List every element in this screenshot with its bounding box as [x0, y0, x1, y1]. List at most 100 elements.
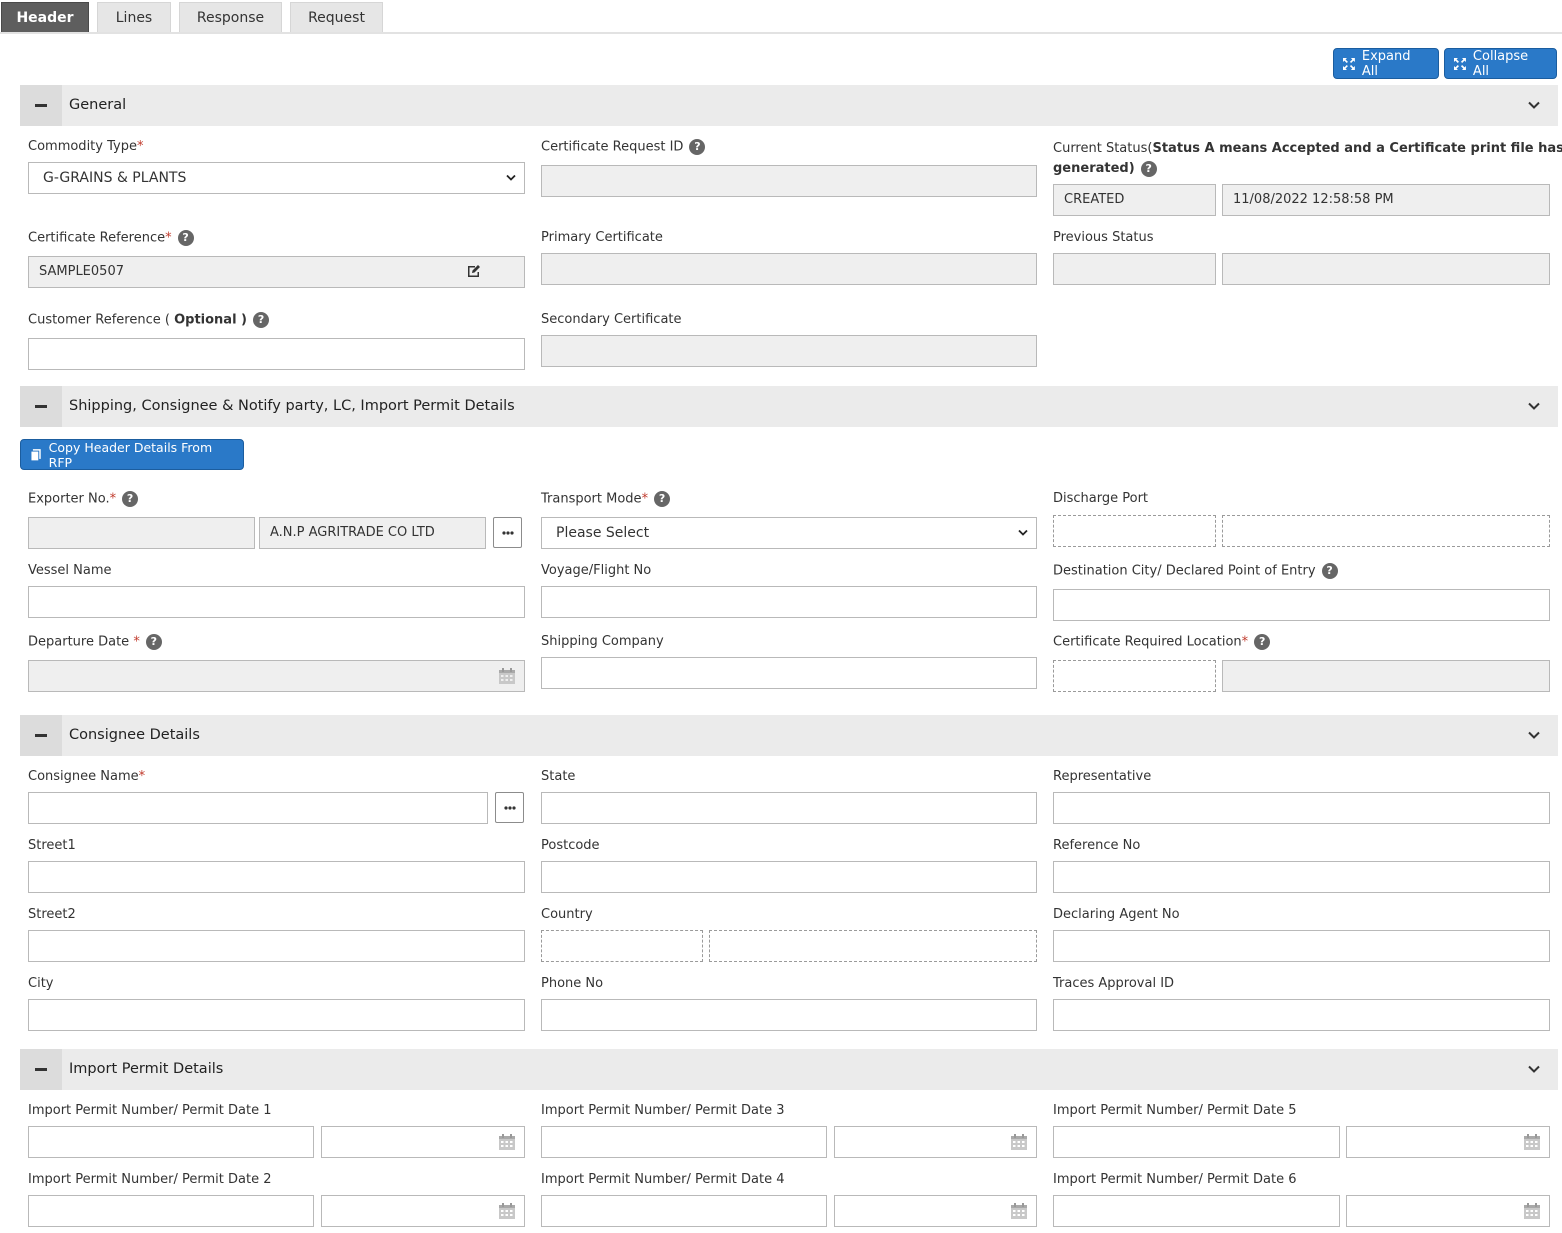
- postcode-label: Postcode: [541, 838, 600, 853]
- minus-icon[interactable]: [20, 386, 62, 427]
- commodity-type-select[interactable]: G-GRAINS & PLANTS: [28, 162, 525, 194]
- permit-2-date-input[interactable]: [321, 1195, 525, 1227]
- tab-response[interactable]: Response: [179, 2, 282, 33]
- state-input[interactable]: [541, 792, 1037, 824]
- voyage-input[interactable]: [541, 586, 1037, 618]
- country-name-input[interactable]: [709, 930, 1037, 962]
- section-shipping[interactable]: Shipping, Consignee & Notify party, LC, …: [20, 386, 1558, 427]
- expand-all-label: Expand All: [1361, 48, 1411, 79]
- traces-input[interactable]: [1053, 999, 1550, 1031]
- discharge-port-code-input[interactable]: [1053, 515, 1216, 547]
- chevron-down-icon[interactable]: [1528, 729, 1540, 741]
- street1-input[interactable]: [28, 861, 525, 893]
- cert-reference-label: Certificate Reference*?: [28, 230, 194, 246]
- declaring-agent-input[interactable]: [1053, 930, 1550, 962]
- expand-all-button[interactable]: Expand All: [1333, 48, 1439, 79]
- section-import-permit[interactable]: Import Permit Details: [20, 1049, 1558, 1090]
- permit-1-number-input[interactable]: [28, 1126, 314, 1158]
- street2-input[interactable]: [28, 930, 525, 962]
- calendar-icon[interactable]: [1523, 1202, 1541, 1220]
- permit-4-number-input[interactable]: [541, 1195, 827, 1227]
- primary-cert-field[interactable]: [541, 253, 1037, 285]
- section-title: Import Permit Details: [69, 1061, 224, 1077]
- previous-status-date-field[interactable]: [1222, 253, 1550, 285]
- voyage-label: Voyage/Flight No: [541, 563, 652, 578]
- chevron-down-icon[interactable]: [1528, 99, 1540, 111]
- country-code-input[interactable]: [541, 930, 703, 962]
- customer-ref-input[interactable]: [28, 338, 525, 370]
- cert-reference-field[interactable]: SAMPLE0507: [28, 256, 525, 288]
- vessel-name-input[interactable]: [28, 586, 525, 618]
- section-title: Shipping, Consignee & Notify party, LC, …: [69, 398, 515, 414]
- permit-4-date-input[interactable]: [834, 1195, 1037, 1227]
- minus-icon[interactable]: [20, 1049, 62, 1090]
- copy-header-button[interactable]: Copy Header Details From RFP: [20, 439, 244, 470]
- calendar-icon[interactable]: [498, 1202, 516, 1220]
- exporter-name-field[interactable]: A.N.P AGRITRADE CO LTD: [259, 517, 486, 549]
- destination-input[interactable]: [1053, 589, 1550, 621]
- section-general[interactable]: General: [20, 85, 1558, 126]
- caret-down-icon: [506, 174, 516, 181]
- permit-6-date-input[interactable]: [1346, 1195, 1550, 1227]
- tab-request[interactable]: Request: [290, 2, 383, 33]
- street1-label: Street1: [28, 838, 76, 853]
- calendar-icon[interactable]: [1010, 1133, 1028, 1151]
- previous-status-field[interactable]: [1053, 253, 1216, 285]
- current-status-date-field[interactable]: 11/08/2022 12:58:58 PM: [1222, 184, 1550, 216]
- permit-3-number-input[interactable]: [541, 1126, 827, 1158]
- representative-input[interactable]: [1053, 792, 1550, 824]
- reference-no-input[interactable]: [1053, 861, 1550, 893]
- cert-location-code-input[interactable]: [1053, 660, 1216, 692]
- street2-label: Street2: [28, 907, 76, 922]
- calendar-icon[interactable]: [498, 667, 516, 685]
- permit-5-date-input[interactable]: [1346, 1126, 1550, 1158]
- help-icon[interactable]: ?: [689, 139, 706, 155]
- permit-5-number-input[interactable]: [1053, 1126, 1340, 1158]
- collapse-all-button[interactable]: Collapse All: [1444, 48, 1557, 79]
- section-title: General: [69, 97, 127, 113]
- secondary-cert-field[interactable]: [541, 335, 1037, 367]
- permit-2-number-input[interactable]: [28, 1195, 314, 1227]
- help-icon[interactable]: ?: [1321, 563, 1338, 579]
- city-label: City: [28, 976, 54, 991]
- exporter-no-field[interactable]: [28, 517, 255, 549]
- edit-icon[interactable]: [466, 263, 482, 279]
- chevron-down-icon[interactable]: [1528, 400, 1540, 412]
- shipping-company-input[interactable]: [541, 657, 1037, 689]
- calendar-icon[interactable]: [498, 1133, 516, 1151]
- consignee-name-input[interactable]: [28, 792, 488, 824]
- departure-date-field[interactable]: [28, 660, 525, 692]
- tab-divider: [0, 32, 1562, 34]
- permit-1-date-input[interactable]: [321, 1126, 525, 1158]
- help-icon[interactable]: ?: [122, 491, 139, 507]
- city-input[interactable]: [28, 999, 525, 1031]
- phone-input[interactable]: [541, 999, 1037, 1031]
- postcode-input[interactable]: [541, 861, 1037, 893]
- chevron-down-icon[interactable]: [1528, 1063, 1540, 1075]
- section-consignee[interactable]: Consignee Details: [20, 715, 1558, 756]
- current-status-label: Current Status(Status A means Accepted a…: [1053, 141, 1562, 177]
- permit-3-date-input[interactable]: [834, 1126, 1037, 1158]
- cert-request-id-field[interactable]: [541, 165, 1037, 197]
- tab-lines[interactable]: Lines: [97, 2, 171, 33]
- calendar-icon[interactable]: [1523, 1133, 1541, 1151]
- minus-icon[interactable]: [20, 85, 62, 126]
- exporter-lookup-button[interactable]: [493, 517, 522, 548]
- minus-icon[interactable]: [20, 715, 62, 756]
- help-icon[interactable]: ?: [177, 230, 194, 246]
- help-icon[interactable]: ?: [145, 634, 162, 650]
- cert-location-name-field[interactable]: [1222, 660, 1550, 692]
- help-icon[interactable]: ?: [1254, 634, 1271, 650]
- calendar-icon[interactable]: [1010, 1202, 1028, 1220]
- discharge-port-label: Discharge Port: [1053, 491, 1149, 506]
- caret-down-icon: [1018, 529, 1028, 536]
- help-icon[interactable]: ?: [253, 312, 270, 328]
- tab-header[interactable]: Header: [1, 2, 89, 33]
- help-icon[interactable]: ?: [654, 491, 671, 507]
- current-status-field[interactable]: CREATED: [1053, 184, 1216, 216]
- help-icon[interactable]: ?: [1140, 160, 1157, 177]
- consignee-lookup-button[interactable]: [495, 792, 524, 823]
- permit-6-number-input[interactable]: [1053, 1195, 1340, 1227]
- transport-mode-select[interactable]: Please Select: [541, 517, 1037, 549]
- discharge-port-name-input[interactable]: [1222, 515, 1550, 547]
